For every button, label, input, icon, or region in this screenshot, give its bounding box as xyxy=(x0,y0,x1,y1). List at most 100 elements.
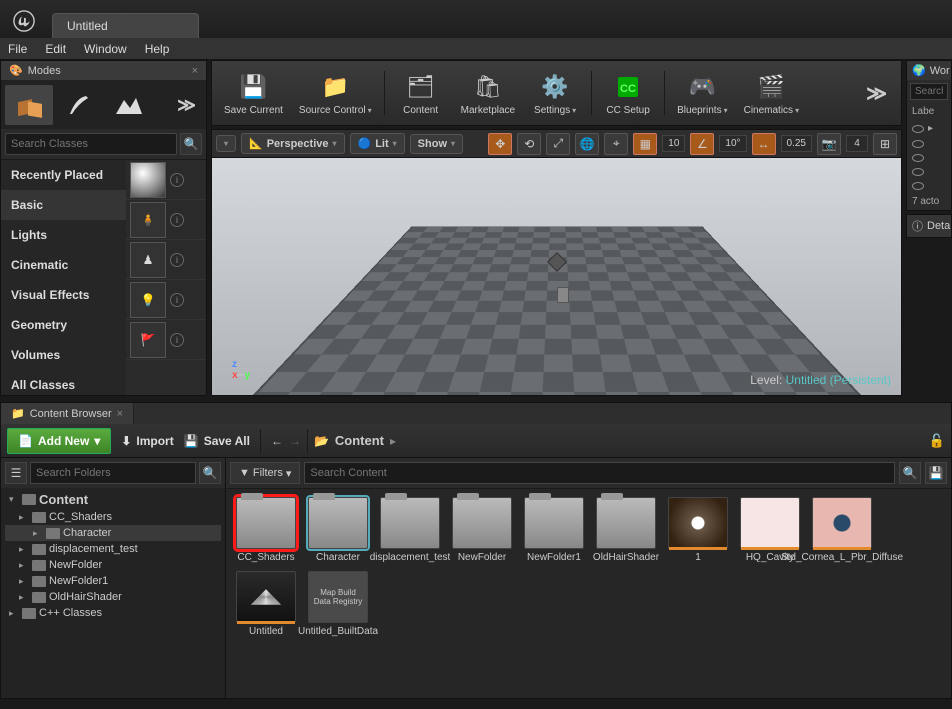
save-button[interactable]: 💾Save Current xyxy=(218,69,289,118)
asset-item[interactable]: OldHairShader xyxy=(592,495,660,565)
cat-geometry[interactable]: Geometry xyxy=(1,310,126,340)
asset-item[interactable]: displacement_test xyxy=(376,495,444,565)
eye-icon[interactable] xyxy=(912,154,924,162)
asset-item[interactable]: Map Build Data RegistryUntitled_BuiltDat… xyxy=(304,569,372,639)
modes-tab[interactable]: 🎨 Modes × xyxy=(1,61,206,81)
viewport[interactable]: zx─y Level: Untitled (Persistent) xyxy=(212,158,901,395)
search-content-input[interactable] xyxy=(304,462,895,484)
asset-item[interactable]: CC_Shaders xyxy=(232,495,300,565)
content-browser-tab[interactable]: 📁 Content Browser × xyxy=(1,403,134,424)
eye-icon[interactable] xyxy=(912,125,924,133)
asset-item[interactable]: Character xyxy=(304,495,372,565)
tree-item[interactable]: ▸Character xyxy=(5,525,221,541)
menu-edit[interactable]: Edit xyxy=(45,42,66,56)
perspective-button[interactable]: 📐 Perspective▾ xyxy=(241,133,344,154)
more-modes-icon[interactable]: ≫ xyxy=(171,95,202,116)
paint-mode-icon[interactable] xyxy=(55,85,103,125)
asset-item[interactable]: NewFolder xyxy=(448,495,516,565)
import-button[interactable]: ⬇ Import xyxy=(121,434,173,448)
eye-icon[interactable] xyxy=(912,168,924,176)
tree-item[interactable]: ▸displacement_test xyxy=(5,541,221,557)
camera-speed-value[interactable]: 4 xyxy=(846,135,868,152)
add-new-button[interactable]: 📄 Add New ▾ xyxy=(7,428,111,454)
toolbar-more-icon[interactable]: ≫ xyxy=(858,81,895,106)
search-icon[interactable]: 🔍 xyxy=(180,133,202,155)
scale-snap-icon[interactable]: ↔ xyxy=(752,133,776,155)
cat-recent[interactable]: Recently Placed xyxy=(1,160,126,190)
grid-snap-value[interactable]: 10 xyxy=(662,135,685,152)
tree-item[interactable]: ▸CC_Shaders xyxy=(5,509,221,525)
close-icon[interactable]: × xyxy=(192,65,198,77)
details-tab[interactable]: ⓘ Deta xyxy=(907,215,951,237)
surface-snap-icon[interactable]: ⌖ xyxy=(604,133,628,155)
list-item[interactable]: 🚩i xyxy=(126,320,206,360)
search-icon[interactable]: 🔍 xyxy=(199,462,221,484)
cc-setup-button[interactable]: CCCC Setup xyxy=(598,69,658,118)
scale-snap-value[interactable]: 0.25 xyxy=(781,135,812,152)
sources-toggle-icon[interactable]: ☰ xyxy=(5,462,27,484)
list-item[interactable]: 🧍i xyxy=(126,200,206,240)
tree-item[interactable]: ▸C++ Classes xyxy=(5,605,221,621)
angle-snap-value[interactable]: 10° xyxy=(719,135,746,152)
cat-all[interactable]: All Classes xyxy=(1,370,126,395)
menu-help[interactable]: Help xyxy=(145,42,170,56)
outliner-item[interactable] xyxy=(907,151,951,165)
grid-snap-icon[interactable]: ▦ xyxy=(633,133,657,155)
cat-lights[interactable]: Lights xyxy=(1,220,126,250)
outliner-item[interactable] xyxy=(907,179,951,193)
cat-basic[interactable]: Basic xyxy=(1,190,126,220)
tree-item[interactable]: ▾Content xyxy=(5,490,221,509)
angle-snap-icon[interactable]: ∠ xyxy=(690,133,714,155)
outliner-item[interactable] xyxy=(907,137,951,151)
cat-cinematic[interactable]: Cinematic xyxy=(1,250,126,280)
info-icon[interactable]: i xyxy=(170,333,184,347)
outliner-search-input[interactable] xyxy=(910,83,948,100)
asset-item[interactable]: Untitled xyxy=(232,569,300,639)
save-all-button[interactable]: 💾 Save All xyxy=(184,434,250,448)
marketplace-button[interactable]: 🛍Marketplace xyxy=(455,69,521,118)
viewport-options-button[interactable]: ▾ xyxy=(216,135,236,152)
info-icon[interactable]: i xyxy=(170,293,184,307)
tree-item[interactable]: ▸OldHairShader xyxy=(5,589,221,605)
asset-item[interactable]: Std_Cornea_L_Pbr_Diffuse xyxy=(808,495,876,565)
search-icon[interactable]: 🔍 xyxy=(899,462,921,484)
document-tab[interactable]: Untitled xyxy=(52,13,199,38)
info-icon[interactable]: i xyxy=(170,213,184,227)
nav-back-icon[interactable]: ← xyxy=(271,434,283,448)
camera-speed-icon[interactable]: 📷 xyxy=(817,133,841,155)
menu-file[interactable]: File xyxy=(8,42,27,56)
search-classes-input[interactable] xyxy=(5,133,177,155)
close-icon[interactable]: × xyxy=(117,408,123,420)
landscape-mode-icon[interactable] xyxy=(105,85,153,125)
list-item[interactable]: i xyxy=(126,160,206,200)
list-item[interactable]: 💡i xyxy=(126,280,206,320)
lock-icon[interactable]: 🔓 xyxy=(929,433,945,449)
cat-volumes[interactable]: Volumes xyxy=(1,340,126,370)
chevron-right-icon[interactable]: ▸ xyxy=(390,434,396,448)
placeable-list[interactable]: i 🧍i ♟i 💡i 🚩i xyxy=(126,160,206,395)
asset-item[interactable]: 1 xyxy=(664,495,732,565)
asset-item[interactable]: NewFolder1 xyxy=(520,495,588,565)
show-button[interactable]: Show▾ xyxy=(410,134,463,154)
asset-grid[interactable]: CC_ShadersCharacterdisplacement_testNewF… xyxy=(226,489,951,698)
blueprints-button[interactable]: 🎮Blueprints▾ xyxy=(671,69,733,118)
view-options-icon[interactable]: 💾 xyxy=(925,462,947,484)
eye-icon[interactable] xyxy=(912,140,924,148)
tree-item[interactable]: ▸NewFolder xyxy=(5,557,221,573)
scale-gizmo-icon[interactable]: ⤢ xyxy=(546,133,570,155)
maximize-viewport-icon[interactable]: ⊞ xyxy=(873,133,897,155)
rotate-gizmo-icon[interactable]: ⟲ xyxy=(517,133,541,155)
filters-button[interactable]: ▼ Filters ▾ xyxy=(230,462,300,484)
translate-gizmo-icon[interactable]: ✥ xyxy=(488,133,512,155)
search-folders-input[interactable] xyxy=(30,462,196,484)
nav-forward-icon[interactable]: → xyxy=(289,434,301,448)
tree-item[interactable]: ▸NewFolder1 xyxy=(5,573,221,589)
lit-button[interactable]: 🔵 Lit▾ xyxy=(350,133,405,154)
cat-vfx[interactable]: Visual Effects xyxy=(1,280,126,310)
source-control-button[interactable]: 📁Source Control▾ xyxy=(293,69,378,118)
cinematics-button[interactable]: 🎬Cinematics▾ xyxy=(738,69,805,118)
content-button[interactable]: 🗂Content xyxy=(391,69,451,118)
outliner-item[interactable]: ▸ xyxy=(907,120,951,137)
world-local-icon[interactable]: 🌐 xyxy=(575,133,599,155)
list-item[interactable]: ♟i xyxy=(126,240,206,280)
